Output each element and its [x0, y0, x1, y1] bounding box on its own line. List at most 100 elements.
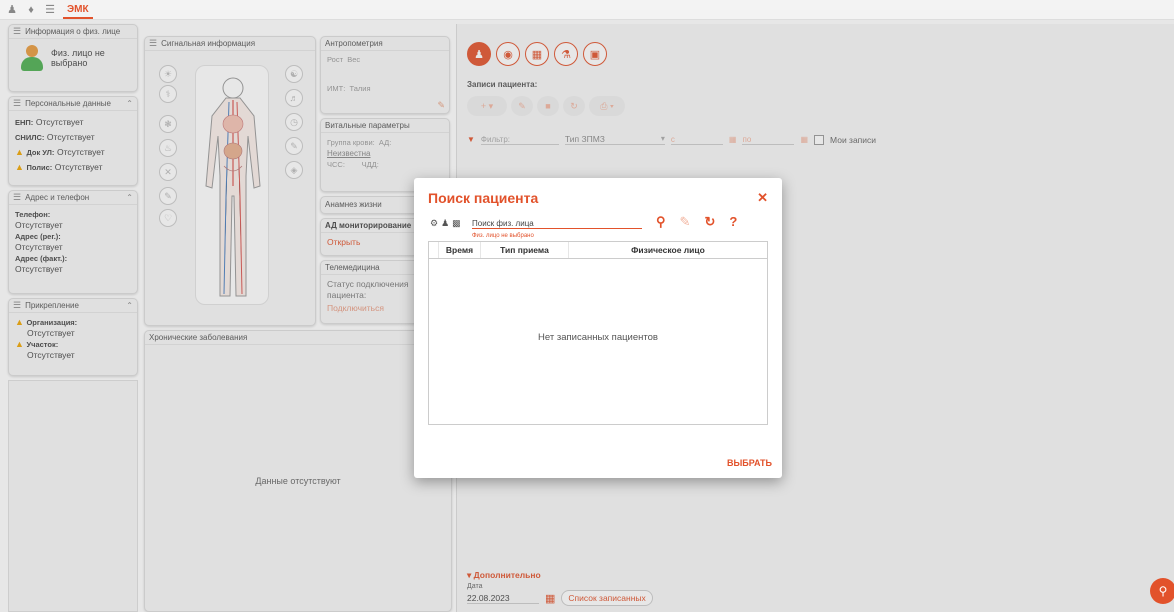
collapse-icon[interactable]: ⌃	[126, 301, 133, 310]
virus-icon[interactable]: ❃	[159, 115, 177, 133]
warning-icon: ▲	[15, 162, 24, 172]
stethoscope-icon[interactable]: ⚕	[159, 85, 177, 103]
refresh-button[interactable]: ↻	[563, 96, 585, 116]
person-panel: ☰ Информация о физ. лице Физ. лицо не выб…	[8, 24, 138, 92]
list-button[interactable]: Список записанных	[561, 590, 653, 606]
phone-label: Телефон:	[15, 210, 51, 219]
refresh-icon[interactable]: ↻	[704, 214, 715, 230]
edit-button[interactable]: ✎	[511, 96, 533, 116]
select-button[interactable]: ВЫБРАТЬ	[727, 458, 772, 468]
snils-value: Отсутствует	[46, 132, 95, 142]
user-icon[interactable]: ♟	[441, 218, 449, 229]
allergy-icon[interactable]: ♨	[159, 139, 177, 157]
bell-icon[interactable]: ♦	[25, 4, 37, 16]
weight-label: Вес	[347, 55, 361, 64]
collapse-icon[interactable]: ⌃	[126, 193, 133, 202]
bacteria-icon[interactable]: ☯	[285, 65, 303, 83]
dialog-title: Поиск пациента	[428, 190, 539, 206]
filter-icon: ▼	[467, 135, 475, 144]
date-to-input[interactable]: по	[742, 135, 795, 145]
signal-panel: ☰ Сигнальная информация ☀ ⚕ ❃ ♨ ✕ ✎ ♡ ☯ ♬…	[144, 36, 316, 326]
panel-title: Витальные параметры	[325, 121, 410, 130]
area-value: Отсутствует	[27, 350, 75, 360]
warning-icon: ▲	[15, 339, 24, 349]
panel-title: Антропометрия	[325, 39, 383, 48]
anthropometry-panel: Антропометрия Рост Вес ИМТ: Талия ✎	[320, 36, 450, 114]
tag-icon[interactable]: ◈	[285, 161, 303, 179]
col-type: Тип приема	[481, 242, 569, 258]
menu-icon[interactable]: ☰	[13, 98, 21, 109]
card-icon[interactable]: ▩	[452, 218, 461, 229]
date-input[interactable]: 22.08.2023	[467, 593, 539, 604]
policy-value: Отсутствует	[54, 162, 103, 172]
user-icon[interactable]: ♟	[6, 4, 18, 16]
date-from-input[interactable]: с	[670, 135, 723, 145]
doc-label: Док УЛ:	[26, 148, 55, 157]
lungs-icon[interactable]: ♬	[285, 89, 303, 107]
top-bar: ♟ ♦ ☰ ЭМК	[0, 0, 1174, 20]
chronic-panel: Хронические заболевания Данные отсутству…	[144, 330, 452, 612]
lab-tab-button[interactable]: ⚗	[554, 42, 578, 66]
search-input[interactable]: Поиск физ. лица	[472, 219, 534, 228]
bp-label: АД:	[378, 138, 392, 147]
tree-tab-button[interactable]: ▦	[525, 42, 549, 66]
table-header: Время Тип приема Физическое лицо	[429, 242, 767, 259]
left-filler	[8, 380, 138, 612]
body-figure[interactable]	[195, 65, 269, 305]
snils-label: СНИЛС:	[15, 133, 45, 142]
help-icon[interactable]: ?	[729, 214, 737, 230]
search-icon[interactable]: ⚲	[656, 214, 666, 230]
close-icon[interactable]: ✕	[757, 190, 768, 206]
panel-title: Адрес и телефон	[25, 193, 90, 202]
brain-icon[interactable]: ☀	[159, 65, 177, 83]
print-button[interactable]: ⎙ ▾	[589, 96, 625, 116]
collapse-icon[interactable]: ⌃	[126, 99, 133, 108]
tab-emk[interactable]: ЭМК	[63, 4, 93, 19]
area-label: Участок:	[26, 340, 59, 349]
type-select[interactable]: Тип ЗПМЗ ▾	[564, 134, 665, 145]
org-label: Организация:	[26, 318, 78, 327]
phone-value: Отсутствует	[15, 220, 63, 230]
menu-icon[interactable]: ☰	[13, 26, 21, 37]
panel-title: Хронические заболевания	[149, 333, 248, 342]
menu-icon[interactable]: ☰	[149, 38, 157, 49]
eye-tab-button[interactable]: ◉	[496, 42, 520, 66]
personal-data-panel: ☰ Персональные данные ⌃ ЕНП: Отсутствует С…	[8, 96, 138, 186]
calendar-icon[interactable]: ▦	[729, 135, 737, 144]
blood-value: Неизвестна	[327, 149, 371, 158]
chevron-down-icon: ▾	[660, 134, 665, 143]
heart-icon[interactable]: ♡	[159, 209, 177, 227]
delete-button[interactable]: ■	[537, 96, 559, 116]
attachment-panel: ☰ Прикрепление ⌃ ▲ Организация: Отсутствуе…	[8, 298, 138, 376]
menu-icon[interactable]: ☰	[44, 4, 56, 16]
reg-address-value: Отсутствует	[15, 242, 63, 252]
my-records-label: Мои записи	[830, 134, 877, 145]
panel-title: Сигнальная информация	[161, 39, 256, 48]
menu-icon[interactable]: ☰	[13, 192, 21, 203]
calendar-icon[interactable]: ▦	[545, 592, 555, 605]
syringe-icon[interactable]: ✎	[159, 187, 177, 205]
address-panel: ☰ Адрес и телефон ⌃ Телефон: Отсутствует А…	[8, 190, 138, 294]
person-tab-button[interactable]: ♟	[467, 42, 491, 66]
panel-title: Анамнез жизни	[325, 199, 382, 209]
edit-icon[interactable]: ✎	[437, 100, 445, 111]
blood-label: Группа крови:	[327, 138, 375, 147]
monitor-tab-button[interactable]: ▣	[583, 42, 607, 66]
globe-icon[interactable]: ⚙	[430, 218, 438, 229]
waist-label: Талия	[349, 84, 371, 93]
person-name: Физ. лицо не выбрано	[51, 48, 105, 68]
edit-icon[interactable]: ✎	[680, 214, 691, 230]
my-records-checkbox[interactable]	[814, 134, 825, 145]
pills-icon[interactable]: ✕	[159, 163, 177, 181]
extra-toggle[interactable]: ▾ Дополнительно	[467, 570, 653, 581]
menu-icon[interactable]: ☰	[13, 300, 21, 311]
reg-address-label: Адрес (рег.):	[15, 232, 61, 241]
add-button[interactable]: + ▾	[467, 96, 507, 116]
thermometer-icon[interactable]: ✎	[285, 137, 303, 155]
clock-icon[interactable]: ◷	[285, 113, 303, 131]
filter-input[interactable]: Фильтр:	[480, 135, 559, 145]
calendar-icon[interactable]: ▦	[800, 135, 808, 144]
date-label: Дата	[467, 583, 483, 590]
search-hint: Физ. лицо не выбрано	[472, 233, 534, 239]
search-fab[interactable]: ⚲	[1150, 578, 1174, 604]
